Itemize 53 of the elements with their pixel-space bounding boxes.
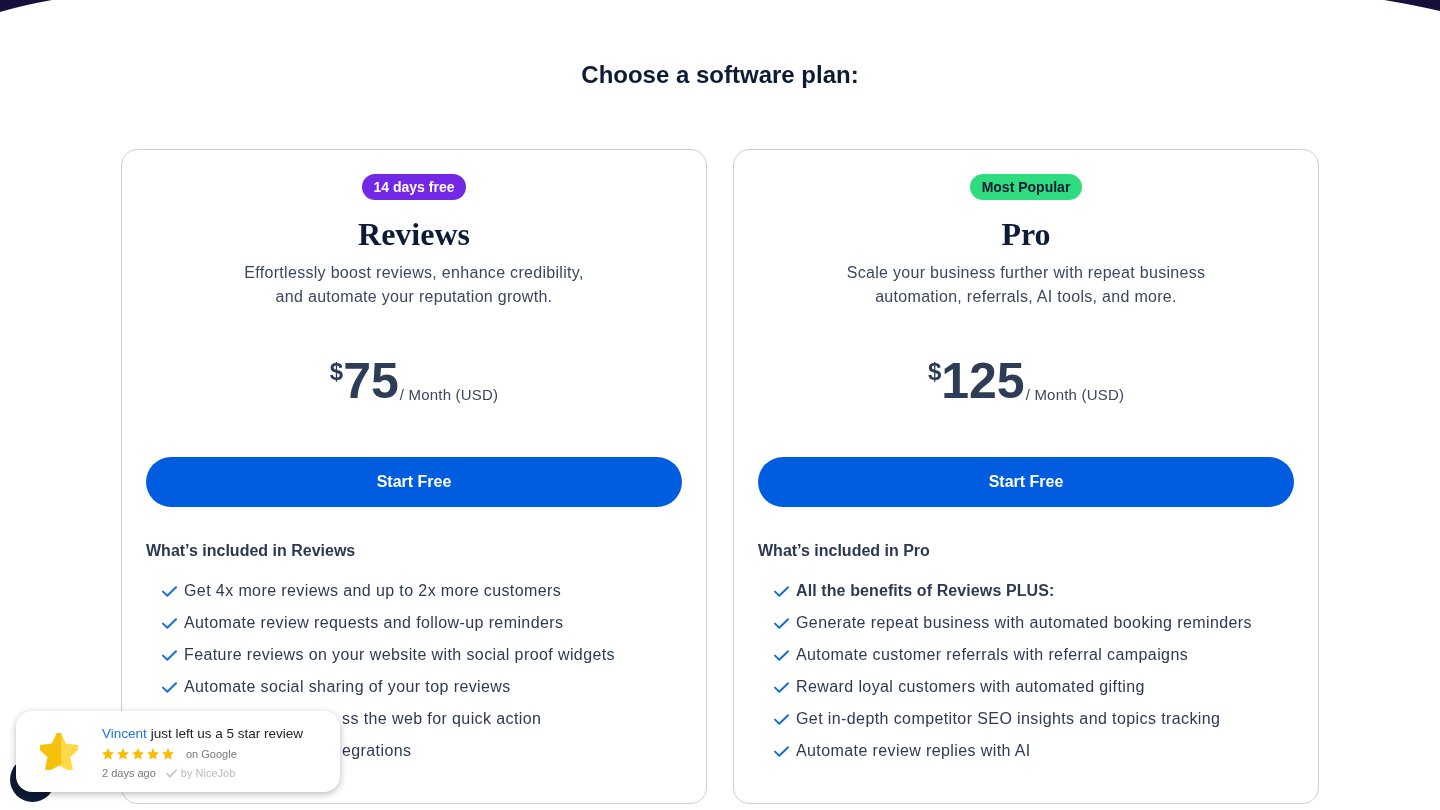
feature-text: Get in-depth competitor SEO insights and topics tracking	[796, 709, 1221, 729]
price-period: / Month (USD)	[1025, 386, 1125, 404]
review-time: 2 days ago	[102, 767, 156, 779]
star-icon	[162, 748, 174, 760]
review-source: on Google	[186, 748, 237, 760]
star-icon	[102, 748, 114, 760]
star-icon	[147, 748, 159, 760]
attribution-text: by NiceJob	[180, 767, 236, 779]
plan-name: Reviews	[358, 215, 470, 253]
feature-text: Reward loyal customers with automated gifting	[796, 677, 1145, 697]
star-icon	[117, 748, 129, 760]
feature-text: Automate social sharing of your top reviews	[184, 677, 511, 697]
reviewer-name: Vincent	[102, 725, 147, 741]
plan-description: Effortlessly boost reviews, enhance credibility, and automate your reputation growth.	[244, 263, 584, 307]
plan-description: Scale your business further with repeat business automation, referrals, AI tools, and more.	[846, 263, 1206, 307]
features-heading: What’s included in Reviews	[146, 541, 356, 561]
feature-text: ss the web for quick action	[342, 709, 542, 729]
price-currency: $	[329, 360, 344, 384]
features-heading: What’s included in Pro	[758, 541, 930, 561]
start-button[interactable]: Start Free	[146, 457, 682, 507]
start-button[interactable]: Start Free	[758, 457, 1294, 507]
check-icon	[162, 681, 177, 693]
price-period: / Month (USD)	[399, 386, 499, 404]
feature-text: egrations	[342, 741, 412, 761]
check-icon	[774, 681, 789, 693]
check-icon	[774, 713, 789, 725]
review-message: just left us a 5 star review	[150, 725, 304, 741]
check-icon	[774, 617, 789, 629]
feature-text: Get 4x more reviews and up to 2x more customers	[184, 581, 562, 601]
feature-text: Feature reviews on your website with social proof widgets	[184, 645, 615, 665]
feature-text: Automate review replies with AI	[796, 741, 1031, 761]
star-icon	[132, 748, 144, 760]
check-icon	[774, 649, 789, 661]
feature-text: Automate review requests and follow-up reminders	[184, 613, 564, 633]
header-curve	[0, 0, 52, 12]
feature-text: Generate repeat business with automated booking reminders	[796, 613, 1252, 633]
star-icon	[40, 733, 78, 770]
plan-badge: 14 days free	[361, 174, 467, 200]
check-icon	[162, 585, 177, 597]
check-icon	[162, 617, 177, 629]
header-curve	[1384, 0, 1440, 11]
plan-badge: Most Popular	[969, 174, 1083, 200]
check-icon	[162, 649, 177, 661]
plan-name: Pro	[1001, 215, 1051, 253]
check-icon	[774, 585, 789, 597]
price-amount: 75	[343, 356, 399, 406]
feature-text: Automate customer referrals with referral campaigns	[796, 645, 1189, 665]
check-icon	[774, 745, 789, 757]
feature-text: All the benefits of Reviews PLUS:	[796, 581, 1055, 601]
check-icon	[165, 768, 177, 778]
price-amount: 125	[941, 356, 1025, 406]
price-currency: $	[927, 360, 942, 384]
page-title: Choose a software plan:	[581, 60, 859, 90]
